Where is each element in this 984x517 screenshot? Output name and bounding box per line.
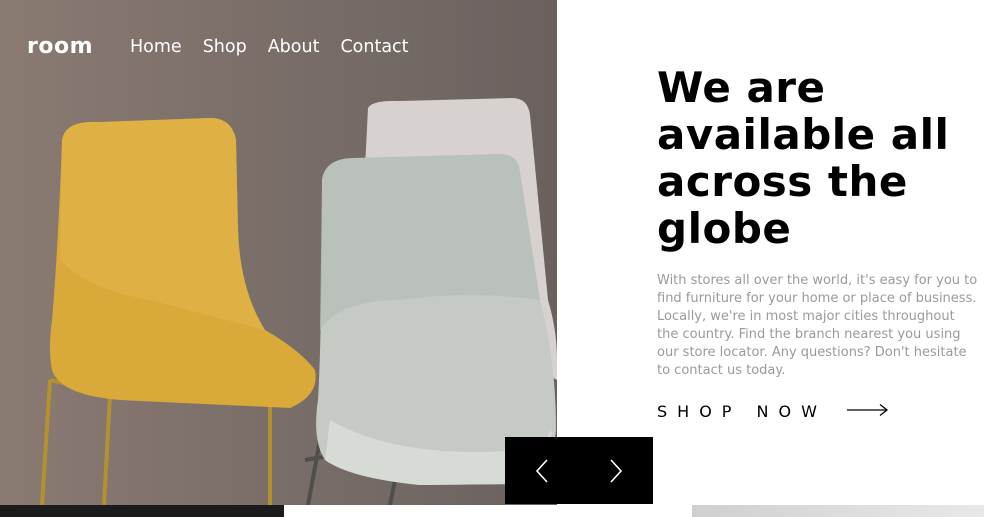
previous-slide-button[interactable] xyxy=(505,437,579,504)
bottom-image-strip-light xyxy=(692,505,984,517)
shop-now-label: SHOP NOW xyxy=(657,402,827,421)
nav-home[interactable]: Home xyxy=(130,37,182,57)
logo[interactable]: room xyxy=(27,34,93,59)
arrow-right-icon xyxy=(846,402,889,421)
nav-shop[interactable]: Shop xyxy=(203,37,247,57)
hero-description: With stores all over the world, it's eas… xyxy=(657,273,978,378)
chairs-photo xyxy=(40,98,557,505)
page-title: We are available all across the globe xyxy=(657,63,950,253)
hero-image: room Home Shop About Contact xyxy=(0,0,557,505)
nav-contact[interactable]: Contact xyxy=(340,37,408,57)
chevron-left-icon xyxy=(535,458,548,483)
next-slide-button[interactable] xyxy=(579,437,653,504)
bottom-image-strip-dark xyxy=(0,505,284,517)
main-nav: Home Shop About Contact xyxy=(130,37,409,57)
nav-about[interactable]: About xyxy=(268,37,320,57)
slider-controls xyxy=(505,437,653,504)
chevron-right-icon xyxy=(610,458,623,483)
shop-now-button[interactable]: SHOP NOW xyxy=(657,402,889,421)
